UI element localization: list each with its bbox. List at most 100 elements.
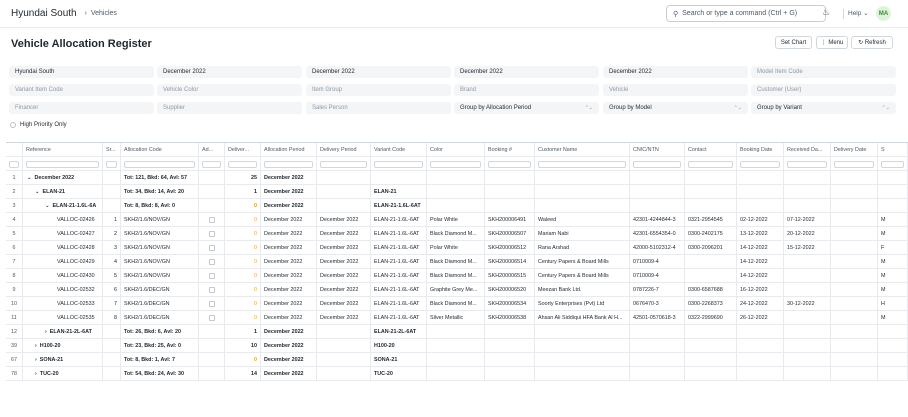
- cell-ad[interactable]: [199, 241, 225, 255]
- column-header-booking-date[interactable]: Booking Date: [737, 143, 784, 157]
- cell-contact[interactable]: [685, 185, 737, 199]
- cell-dd[interactable]: [831, 171, 878, 185]
- cell-dp[interactable]: [317, 353, 371, 367]
- cell-color[interactable]: [427, 199, 485, 213]
- cell-contact[interactable]: [685, 339, 737, 353]
- cell-cust[interactable]: [535, 171, 630, 185]
- cell-dd[interactable]: [831, 255, 878, 269]
- cell-dp[interactable]: December 2022: [317, 213, 371, 227]
- cell-rd[interactable]: 15-12-2022: [784, 241, 831, 255]
- cell-dd[interactable]: [831, 325, 878, 339]
- cell-bd[interactable]: [737, 171, 784, 185]
- cell-dd[interactable]: [831, 353, 878, 367]
- cell-ref[interactable]: VALLOC-02533: [23, 297, 103, 311]
- cell-sr[interactable]: 2: [103, 227, 121, 241]
- cell-vc[interactable]: ELAN-21-1.6L-6AT: [371, 297, 427, 311]
- cell-ad[interactable]: [199, 353, 225, 367]
- cell-cust[interactable]: [535, 367, 630, 381]
- cell-ref[interactable]: › SONA-21: [23, 353, 103, 367]
- filter-field-supplier[interactable]: Supplier: [157, 102, 302, 114]
- cell-cust[interactable]: Soorty Enterprises (Pvt) Ltd: [535, 297, 630, 311]
- cell-dlv[interactable]: 1: [225, 185, 261, 199]
- cell-vc[interactable]: ELAN-21-1.6L-6AT: [371, 199, 427, 213]
- cell-ap[interactable]: December 2022: [261, 241, 317, 255]
- bell-icon[interactable]: ♨: [822, 7, 830, 18]
- cell-dd[interactable]: [831, 213, 878, 227]
- cell-dd[interactable]: [831, 227, 878, 241]
- cell-sr[interactable]: [103, 185, 121, 199]
- cell-dlv[interactable]: 0: [225, 353, 261, 367]
- column-filter-input[interactable]: [488, 160, 531, 168]
- cell-bk[interactable]: [485, 367, 535, 381]
- cell-dd[interactable]: [831, 269, 878, 283]
- cell-bk[interactable]: SKH200006514: [485, 255, 535, 269]
- cell-ad[interactable]: [199, 255, 225, 269]
- cell-vc[interactable]: [371, 171, 427, 185]
- cell-code[interactable]: SKH2/1.6/NOV/GN: [121, 255, 199, 269]
- cell-vc[interactable]: ELAN-21-1.6L-6AT: [371, 213, 427, 227]
- column-filter-input[interactable]: [9, 160, 19, 168]
- column-header-contact[interactable]: Contact: [685, 143, 737, 157]
- column-filter-input[interactable]: [202, 160, 221, 168]
- filter-field-december-2022[interactable]: December 2022: [454, 66, 599, 78]
- cell-ref[interactable]: ⌄ ELAN-21: [23, 185, 103, 199]
- cell-bk[interactable]: SKH200006507: [485, 227, 535, 241]
- cell-sr[interactable]: 1: [103, 213, 121, 227]
- cell-dp[interactable]: December 2022: [317, 269, 371, 283]
- cell-contact[interactable]: 0300-2268373: [685, 297, 737, 311]
- set-chart-button[interactable]: Set Chart: [775, 36, 812, 49]
- chevron-down-icon[interactable]: ⌄: [35, 189, 40, 195]
- filter-field-customer-user-[interactable]: Customer (User): [751, 84, 896, 96]
- cell-bk[interactable]: [485, 325, 535, 339]
- cell-sr[interactable]: [103, 367, 121, 381]
- cell-sr[interactable]: 3: [103, 241, 121, 255]
- cell-cust[interactable]: [535, 185, 630, 199]
- filter-field-vehicle[interactable]: Vehicle: [603, 84, 748, 96]
- cell-dd[interactable]: [831, 283, 878, 297]
- cell-s[interactable]: [878, 367, 908, 381]
- filter-field-financer[interactable]: Financer: [9, 102, 154, 114]
- cell-cnic[interactable]: [630, 185, 685, 199]
- refresh-button[interactable]: ↻ Refresh: [851, 36, 893, 49]
- cell-code[interactable]: SKH2/1.6/DEC/GN: [121, 311, 199, 325]
- cell-code[interactable]: SKH2/1.6/NOV/GN: [121, 241, 199, 255]
- cell-cust[interactable]: Ahsan Ali Siddiqui HFA Bank Al H...: [535, 311, 630, 325]
- chevron-right-icon[interactable]: ›: [35, 371, 37, 377]
- cell-ad[interactable]: [199, 227, 225, 241]
- cell-s[interactable]: M: [878, 227, 908, 241]
- cell-ap[interactable]: December 2022: [261, 339, 317, 353]
- cell-bk[interactable]: [485, 171, 535, 185]
- cell-dlv[interactable]: 0: [225, 297, 261, 311]
- column-header-delivery-period[interactable]: Delivery Period: [317, 143, 371, 157]
- cell-sr[interactable]: 7: [103, 297, 121, 311]
- cell-vc[interactable]: ELAN-21: [371, 185, 427, 199]
- cell-rd[interactable]: [784, 171, 831, 185]
- cell-dlv[interactable]: 0: [225, 227, 261, 241]
- cell-contact[interactable]: 0321-2954545: [685, 213, 737, 227]
- cell-vc[interactable]: TUC-20: [371, 367, 427, 381]
- cell-dlv[interactable]: 0: [225, 269, 261, 283]
- column-header-allocation-code[interactable]: Allocation Code: [121, 143, 199, 157]
- cell-code[interactable]: SKH2/1.6/NOV/GN: [121, 213, 199, 227]
- cell-cnic[interactable]: 42000-5102312-4: [630, 241, 685, 255]
- app-brand[interactable]: Hyundai South: [11, 8, 77, 19]
- cell-dd[interactable]: [831, 185, 878, 199]
- cell-code[interactable]: Tot: 23, Bkd: 25, Avl: 0: [121, 339, 199, 353]
- cell-bd[interactable]: [737, 185, 784, 199]
- cell-color[interactable]: Graphite Grey Me...: [427, 283, 485, 297]
- filter-field-group-by-variant[interactable]: Group by Variant ⌃⌄: [751, 102, 896, 114]
- cell-dlv[interactable]: 0: [225, 241, 261, 255]
- cell-dlv[interactable]: 14: [225, 367, 261, 381]
- cell-dd[interactable]: [831, 241, 878, 255]
- cell-rd[interactable]: [784, 269, 831, 283]
- cell-ref[interactable]: VALLOC-02535: [23, 311, 103, 325]
- cell-rd[interactable]: [784, 255, 831, 269]
- cell-color[interactable]: [427, 171, 485, 185]
- checkbox-icon[interactable]: [208, 273, 215, 279]
- column-header-variant-code[interactable]: Variant Code: [371, 143, 427, 157]
- cell-bd[interactable]: 02-12-2022: [737, 213, 784, 227]
- cell-ap[interactable]: December 2022: [261, 199, 317, 213]
- cell-rd[interactable]: [784, 325, 831, 339]
- cell-dd[interactable]: [831, 311, 878, 325]
- cell-color[interactable]: Silver Metallic: [427, 311, 485, 325]
